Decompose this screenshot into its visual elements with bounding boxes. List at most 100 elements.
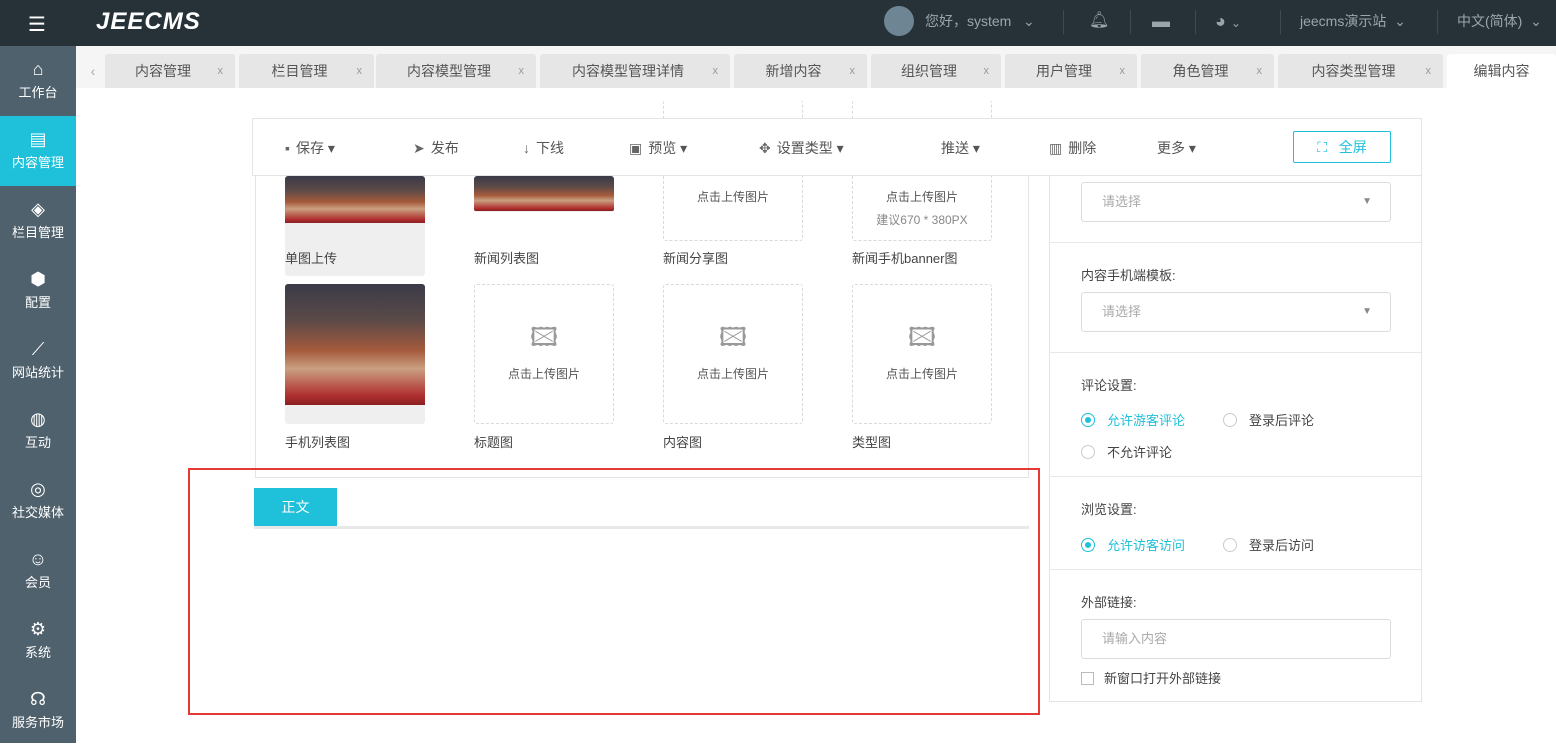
tab[interactable]: 内容管理 x <box>105 54 235 88</box>
radio-allow-guest-comment[interactable]: 允许游客评论 <box>1081 410 1185 429</box>
image-label: 手机列表图 <box>285 435 351 450</box>
image-add-icon: 🖾︎ <box>907 322 937 352</box>
sidebar-item[interactable]: ◍ 互动 <box>0 396 76 466</box>
tab-bar: ‹ 内容管理 x 栏目管理 x 内容模型管理 x 内容模型管理详情 x 新增内容 x 组织管理 x 用户… <box>76 46 1556 88</box>
delete-button[interactable]: ▥ 删除 <box>1049 138 1096 158</box>
close-icon[interactable]: x <box>984 54 990 88</box>
sidebar-icon: ⟋ <box>31 339 45 359</box>
sidebar-icon: ☊ <box>30 689 46 709</box>
trash-icon: ▥ <box>1049 140 1063 156</box>
image-upload-box[interactable]: 🖾︎ 点击上传图片 <box>663 284 803 424</box>
tab-body[interactable]: 正文 <box>254 488 337 527</box>
sidebar-icon: ◎ <box>30 479 46 499</box>
close-icon[interactable]: x <box>1257 54 1263 88</box>
image-label: 类型图 <box>852 435 892 450</box>
image-upload-card: 单图上传 新闻列表图 点击上传图片 新闻分享图 点击上传图片 建议670 * 380PX 新… <box>255 100 1029 478</box>
radio-no-comment[interactable]: 不允许评论 <box>1081 442 1172 461</box>
sidebar-item[interactable]: ▤ 内容管理 <box>0 116 76 186</box>
sidebar-item[interactable]: ⟋ 网站统计 <box>0 326 76 396</box>
sidebar-icon: ⬢ <box>30 269 46 289</box>
image-thumbnail <box>285 284 425 405</box>
more-button[interactable]: 更多 ▾ <box>1157 138 1196 158</box>
grid-icon: ✥ <box>759 140 771 156</box>
avatar[interactable] <box>884 6 914 36</box>
image-thumbnail <box>474 176 614 211</box>
uploaded-image[interactable] <box>474 176 614 212</box>
offline-button[interactable]: ↓ 下线 <box>523 138 564 158</box>
fullscreen-icon: ⛶ <box>1317 139 1328 155</box>
sidebar-item[interactable]: ☺ 会员 <box>0 536 76 606</box>
sidebar-icon: ⚙ <box>29 619 47 639</box>
tab[interactable]: 角色管理 x <box>1141 54 1274 88</box>
image-upload-box[interactable]: 🖾︎ 点击上传图片 <box>852 284 992 424</box>
radio-login-visit[interactable]: 登录后访问 <box>1223 535 1314 554</box>
set-type-button[interactable]: ✥ 设置类型 ▾ <box>759 138 844 158</box>
tab[interactable]: 栏目管理 x <box>239 54 374 88</box>
image-label: 新闻分享图 <box>663 251 729 266</box>
image-label: 标题图 <box>474 435 514 450</box>
save-icon: ▪ <box>285 140 290 156</box>
sidebar: ⌂ 工作台 ▤ 内容管理 ◈ 栏目管理 ⬢ 配置 ⟋ 网站统计 ◍ 互动 ◎ 社交媒体 ☺ 会员 ⚙ 系统 ☊ 服务市… <box>0 46 76 743</box>
tab[interactable]: 内容类型管理 x <box>1278 54 1443 88</box>
close-icon[interactable]: x <box>850 54 856 88</box>
image-label: 单图上传 <box>285 251 338 266</box>
close-icon[interactable]: x <box>1426 54 1432 88</box>
sidebar-item[interactable]: ⚙ 系统 <box>0 606 76 676</box>
preview-icon: ▣ <box>629 140 643 156</box>
close-icon[interactable]: x <box>713 54 719 88</box>
fullscreen-button[interactable]: ⛶ 全屏 <box>1293 131 1391 163</box>
sidebar-item[interactable]: ◈ 栏目管理 <box>0 186 76 256</box>
tab[interactable]: 编辑内容 <box>1447 54 1556 88</box>
close-icon[interactable]: x <box>519 54 525 88</box>
image-label: 新闻手机banner图 <box>852 251 958 266</box>
external-link-input[interactable]: 请输入内容 <box>1081 619 1391 659</box>
mobile-template-select[interactable]: 请选择 ▼ <box>1081 292 1391 332</box>
new-window-checkbox[interactable]: 新窗口打开外部链接 <box>1081 668 1221 687</box>
publish-button[interactable]: ➤ 发布 <box>413 138 459 158</box>
settings-panel: 请选择 ▼ 内容手机端模板: 请选择 ▼ 评论设置: 允许游客评论 登录后评论 不允… <box>1049 176 1422 702</box>
tab[interactable]: 内容模型管理详情 x <box>540 54 730 88</box>
site-select[interactable]: jeecms演示站 ⌄ <box>1300 0 1406 46</box>
close-icon[interactable]: x <box>1120 54 1126 88</box>
sidebar-item[interactable]: ⬢ 配置 <box>0 256 76 326</box>
push-button[interactable]: 推送 ▾ <box>941 138 980 158</box>
image-thumbnail <box>285 176 425 223</box>
tab[interactable]: 新增内容 x <box>734 54 867 88</box>
user-menu[interactable]: 您好，system ⌄ <box>925 0 1035 46</box>
arrow-down-icon: ↓ <box>523 140 530 156</box>
top-bar: ☰ JEECMS 您好，system ⌄ 🔔︎ ▬ ◕ ⌄ jeecms演示站 … <box>0 0 1556 46</box>
tabs-prev-icon[interactable]: ‹ <box>84 54 102 88</box>
sidebar-item[interactable]: ☊ 服务市场 <box>0 676 76 746</box>
close-icon[interactable]: x <box>357 54 363 88</box>
palette-icon[interactable]: ◕ ⌄ <box>1215 0 1241 46</box>
logo: JEECMS <box>96 8 201 35</box>
radio-allow-visitor[interactable]: 允许访客访问 <box>1081 535 1185 554</box>
close-icon[interactable]: x <box>218 54 224 88</box>
radio-login-comment[interactable]: 登录后评论 <box>1223 410 1314 429</box>
save-button[interactable]: ▪ 保存 ▾ <box>285 138 335 158</box>
image-label: 内容图 <box>663 435 703 450</box>
monitor-icon[interactable]: ▬ <box>1152 0 1170 46</box>
send-icon: ➤ <box>413 140 425 156</box>
sidebar-item[interactable]: ⌂ 工作台 <box>0 46 76 116</box>
sidebar-item[interactable]: ◎ 社交媒体 <box>0 466 76 536</box>
sidebar-icon: ◈ <box>31 199 45 219</box>
language-select[interactable]: 中文(简体) ⌄ <box>1457 0 1542 46</box>
sidebar-icon: ◍ <box>30 409 46 429</box>
sidebar-icon: ⌂ <box>32 59 44 79</box>
tab[interactable]: 组织管理 x <box>871 54 1001 88</box>
uploaded-image[interactable] <box>285 284 425 424</box>
tab[interactable]: 用户管理 x <box>1005 54 1137 88</box>
tab[interactable]: 内容模型管理 x <box>376 54 536 88</box>
bell-icon[interactable]: 🔔︎ <box>1089 0 1109 46</box>
toolbar: ▪ 保存 ▾ ➤ 发布 ↓ 下线 ▣ 预览 ▾ ✥ 设置类型 ▾ 推送 ▾ ▥ 删除 更多 … <box>252 118 1422 176</box>
template-select[interactable]: 请选择 ▼ <box>1081 182 1391 222</box>
preview-button[interactable]: ▣ 预览 ▾ <box>629 138 687 158</box>
sidebar-icon: ▤ <box>29 129 47 149</box>
menu-icon[interactable]: ☰ <box>28 12 46 37</box>
image-label: 新闻列表图 <box>474 251 540 266</box>
image-add-icon: 🖾︎ <box>529 322 559 352</box>
image-add-icon: 🖾︎ <box>718 322 748 352</box>
image-upload-box[interactable]: 🖾︎ 点击上传图片 <box>474 284 614 424</box>
sidebar-icon: ☺ <box>28 549 48 569</box>
